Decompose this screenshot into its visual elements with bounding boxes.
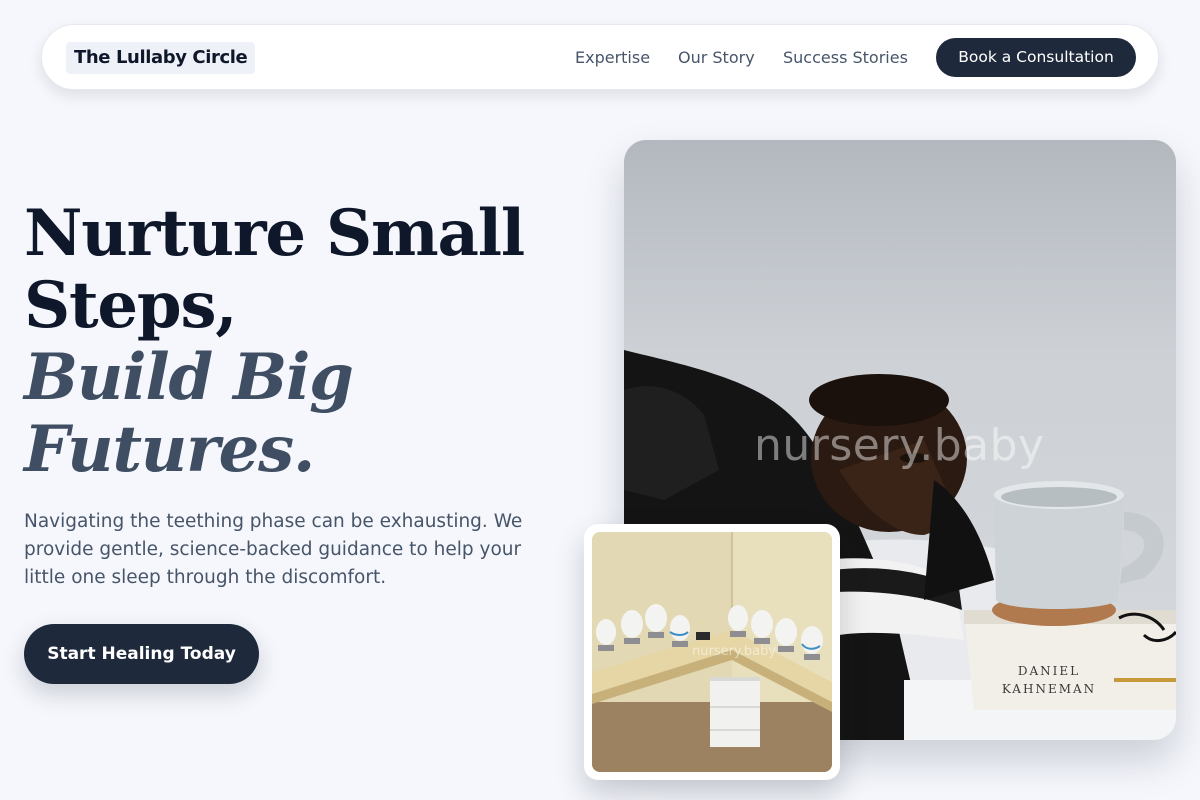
book-consultation-button[interactable]: Book a Consultation bbox=[936, 38, 1136, 77]
book-author-first: DANIEL bbox=[1018, 664, 1080, 678]
headline-italic-line-1: Build Big bbox=[24, 340, 354, 415]
image-watermark: nursery.baby bbox=[754, 420, 1045, 471]
hero-description: Navigating the teething phase can be exh… bbox=[24, 511, 523, 588]
start-healing-button[interactable]: Start Healing Today bbox=[24, 624, 259, 684]
inset-image-frame: nursery.baby bbox=[584, 524, 840, 780]
nav-link-expertise[interactable]: Expertise bbox=[575, 47, 650, 69]
headline-italic-line-2: Futures. bbox=[24, 412, 315, 487]
inset-image: nursery.baby bbox=[592, 532, 832, 772]
headline-line-1: Nurture Small bbox=[24, 196, 525, 271]
headline-line-2: Steps, bbox=[24, 268, 238, 343]
nav-link-success-stories[interactable]: Success Stories bbox=[783, 47, 908, 69]
top-navigation: The Lullaby Circle Expertise Our Story S… bbox=[41, 24, 1159, 90]
hero-headline: Nurture Small Steps, Build Big Futures. bbox=[24, 198, 614, 486]
nav-link-our-story[interactable]: Our Story bbox=[678, 47, 755, 69]
inset-image-watermark: nursery.baby bbox=[692, 644, 777, 659]
book-author-last: KAHNEMAN bbox=[1002, 682, 1096, 696]
site-logo[interactable]: The Lullaby Circle bbox=[66, 42, 256, 74]
